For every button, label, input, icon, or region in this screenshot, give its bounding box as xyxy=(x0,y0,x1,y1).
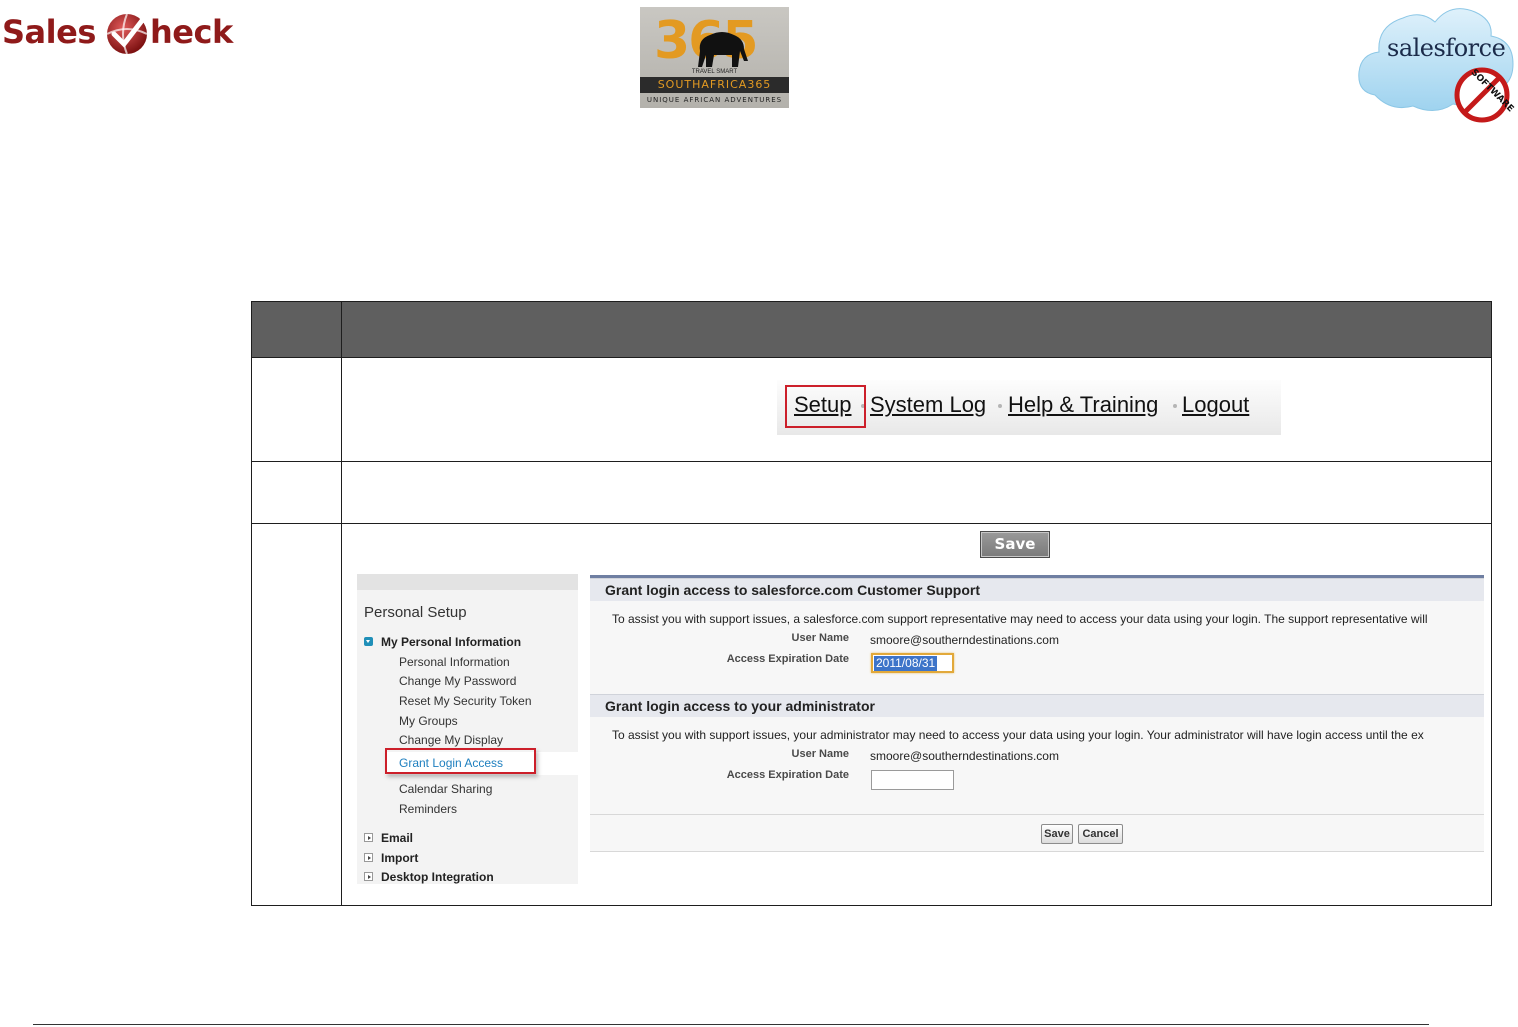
sidebar-top-bar xyxy=(357,574,578,590)
system-log-link[interactable]: System Log xyxy=(870,392,986,418)
sidebar-title: Personal Setup xyxy=(364,604,467,621)
section-title: Grant login access to your administrator xyxy=(605,698,875,714)
section-description: To assist you with support issues, a sal… xyxy=(612,612,1428,626)
link-separator xyxy=(1173,404,1177,408)
grant-login-access-highlight-box xyxy=(385,748,536,774)
selected-date-text: 2011/08/31 xyxy=(874,656,938,671)
logout-link[interactable]: Logout xyxy=(1182,392,1249,418)
sidebar-item-personal-information[interactable]: Personal Information xyxy=(399,655,510,669)
expand-icon[interactable] xyxy=(364,853,373,862)
help-training-link[interactable]: Help & Training xyxy=(1008,392,1158,418)
section-description: To assist you with support issues, your … xyxy=(612,728,1424,742)
expand-icon[interactable] xyxy=(364,872,373,881)
expand-icon[interactable] xyxy=(364,833,373,842)
access-expiration-label: Access Expiration Date xyxy=(726,653,849,665)
southafrica365-logo: 365 TRAVEL SMART SOUTHAFRICA365 UNIQUE A… xyxy=(640,7,789,108)
link-separator xyxy=(998,404,1002,408)
sidebar-item-change-my-password[interactable]: Change My Password xyxy=(399,674,516,688)
sa365-subline: UNIQUE AFRICAN ADVENTURES xyxy=(646,96,783,104)
sidebar-item-calendar-sharing[interactable]: Calendar Sharing xyxy=(399,782,492,796)
save-button[interactable]: Save xyxy=(1041,824,1073,844)
sidebar-section-my-personal-information[interactable]: My Personal Information xyxy=(381,635,521,649)
column-divider xyxy=(341,302,342,905)
sa365-tagline: TRAVEL SMART xyxy=(691,69,738,75)
elephant-icon xyxy=(698,32,748,67)
salescheck-logo-word-right: heck xyxy=(150,13,233,51)
section-header-administrator: Grant login access to your administrator xyxy=(590,694,1484,717)
panel-separator xyxy=(590,814,1484,815)
access-expiration-select-admin[interactable] xyxy=(871,770,954,790)
collapse-icon[interactable] xyxy=(364,637,373,646)
footer-rule xyxy=(33,1024,1429,1025)
section-header-customer-support: Grant login access to salesforce.com Cus… xyxy=(590,578,1484,601)
sidebar-item-reset-my-security-token[interactable]: Reset My Security Token xyxy=(399,694,532,708)
sidebar-item-my-groups[interactable]: My Groups xyxy=(399,714,458,728)
sidebar-section-import[interactable]: Import xyxy=(381,851,418,865)
table-header-row xyxy=(252,302,1491,357)
user-name-value: smoore@southerndestinations.com xyxy=(870,633,1059,647)
access-expiration-select-support[interactable]: 2011/08/31 xyxy=(871,653,954,673)
row-divider xyxy=(252,461,1491,462)
row-divider xyxy=(252,523,1491,524)
personal-setup-sidebar: Personal Setup My Personal Information P… xyxy=(357,574,578,884)
salescheck-logo-word-left: Sales xyxy=(2,13,96,51)
save-button-image[interactable]: Save xyxy=(980,531,1050,558)
salescheck-logo: Sales heck xyxy=(0,8,260,56)
sidebar-section-desktop-integration[interactable]: Desktop Integration xyxy=(381,870,494,884)
sa365-brand: SOUTHAFRICA365 xyxy=(640,77,789,93)
sidebar-section-email[interactable]: Email xyxy=(381,831,413,845)
user-name-value: smoore@southerndestinations.com xyxy=(870,749,1059,763)
sidebar-item-change-my-display[interactable]: Change My Display xyxy=(399,733,503,747)
row-divider xyxy=(252,357,1491,358)
cancel-button[interactable]: Cancel xyxy=(1078,824,1123,844)
user-name-label: User Name xyxy=(791,748,849,760)
access-expiration-label: Access Expiration Date xyxy=(726,769,849,781)
sidebar-item-reminders[interactable]: Reminders xyxy=(399,802,457,816)
section-title: Grant login access to salesforce.com Cus… xyxy=(605,582,980,598)
checkmark-ball-icon xyxy=(106,13,148,55)
salesforce-wordmark: salesforce xyxy=(1387,34,1506,62)
user-name-label: User Name xyxy=(791,632,849,644)
grant-login-access-panel: Grant login access to salesforce.com Cus… xyxy=(590,575,1484,852)
salesforce-logo: salesforce SOFTWARE xyxy=(1355,0,1518,130)
setup-highlight-box xyxy=(785,385,866,428)
